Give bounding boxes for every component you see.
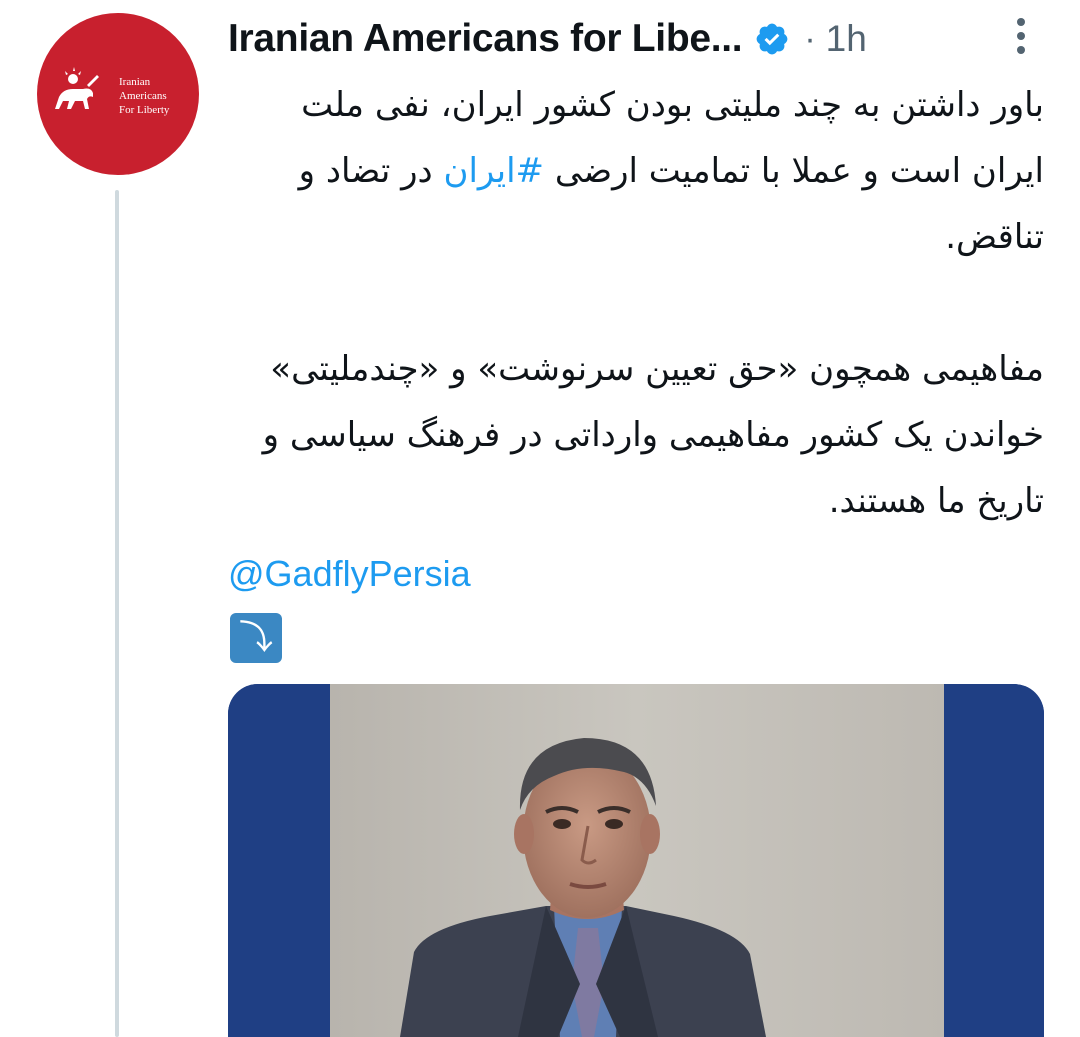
tweet-header: Iranian Americans for Libe... · 1h <box>228 14 1028 64</box>
avatar-text-line-1: Iranian <box>119 76 151 88</box>
video-frame <box>228 684 1044 1037</box>
more-options-icon[interactable] <box>1008 16 1034 56</box>
lion-and-sun-icon <box>55 67 99 109</box>
hashtag-link[interactable]: #ایران <box>443 151 544 191</box>
mention-link[interactable]: @GadflyPersia <box>228 553 471 595</box>
avatar-text-line-2: Americans <box>119 90 167 102</box>
avatar-text-line-3: For Liberty <box>119 104 170 116</box>
organization-logo: Iranian Americans For Liberty <box>55 67 170 116</box>
tweet-text: باور داشتن به چند ملیتی بودن کشور ایران،… <box>228 72 1044 534</box>
tweet-timestamp[interactable]: 1h <box>826 18 867 60</box>
avatar[interactable]: Iranian Americans For Liberty <box>37 13 199 175</box>
separator-dot: · <box>804 19 816 58</box>
display-name[interactable]: Iranian Americans for Libe... <box>228 17 743 61</box>
tweet-paragraph-2: مفاهیمی همچون «حق تعیین سرنوشت» و «چندمل… <box>262 349 1044 521</box>
tweet-video-media[interactable] <box>228 684 1044 1037</box>
tweet-paragraph-1: باور داشتن به چند ملیتی بودن کشور ایران،… <box>228 72 1044 270</box>
thread-connector-line <box>115 190 119 1037</box>
arrow-down-right-icon: ⤵ <box>230 613 282 663</box>
verified-badge-icon <box>754 21 790 57</box>
